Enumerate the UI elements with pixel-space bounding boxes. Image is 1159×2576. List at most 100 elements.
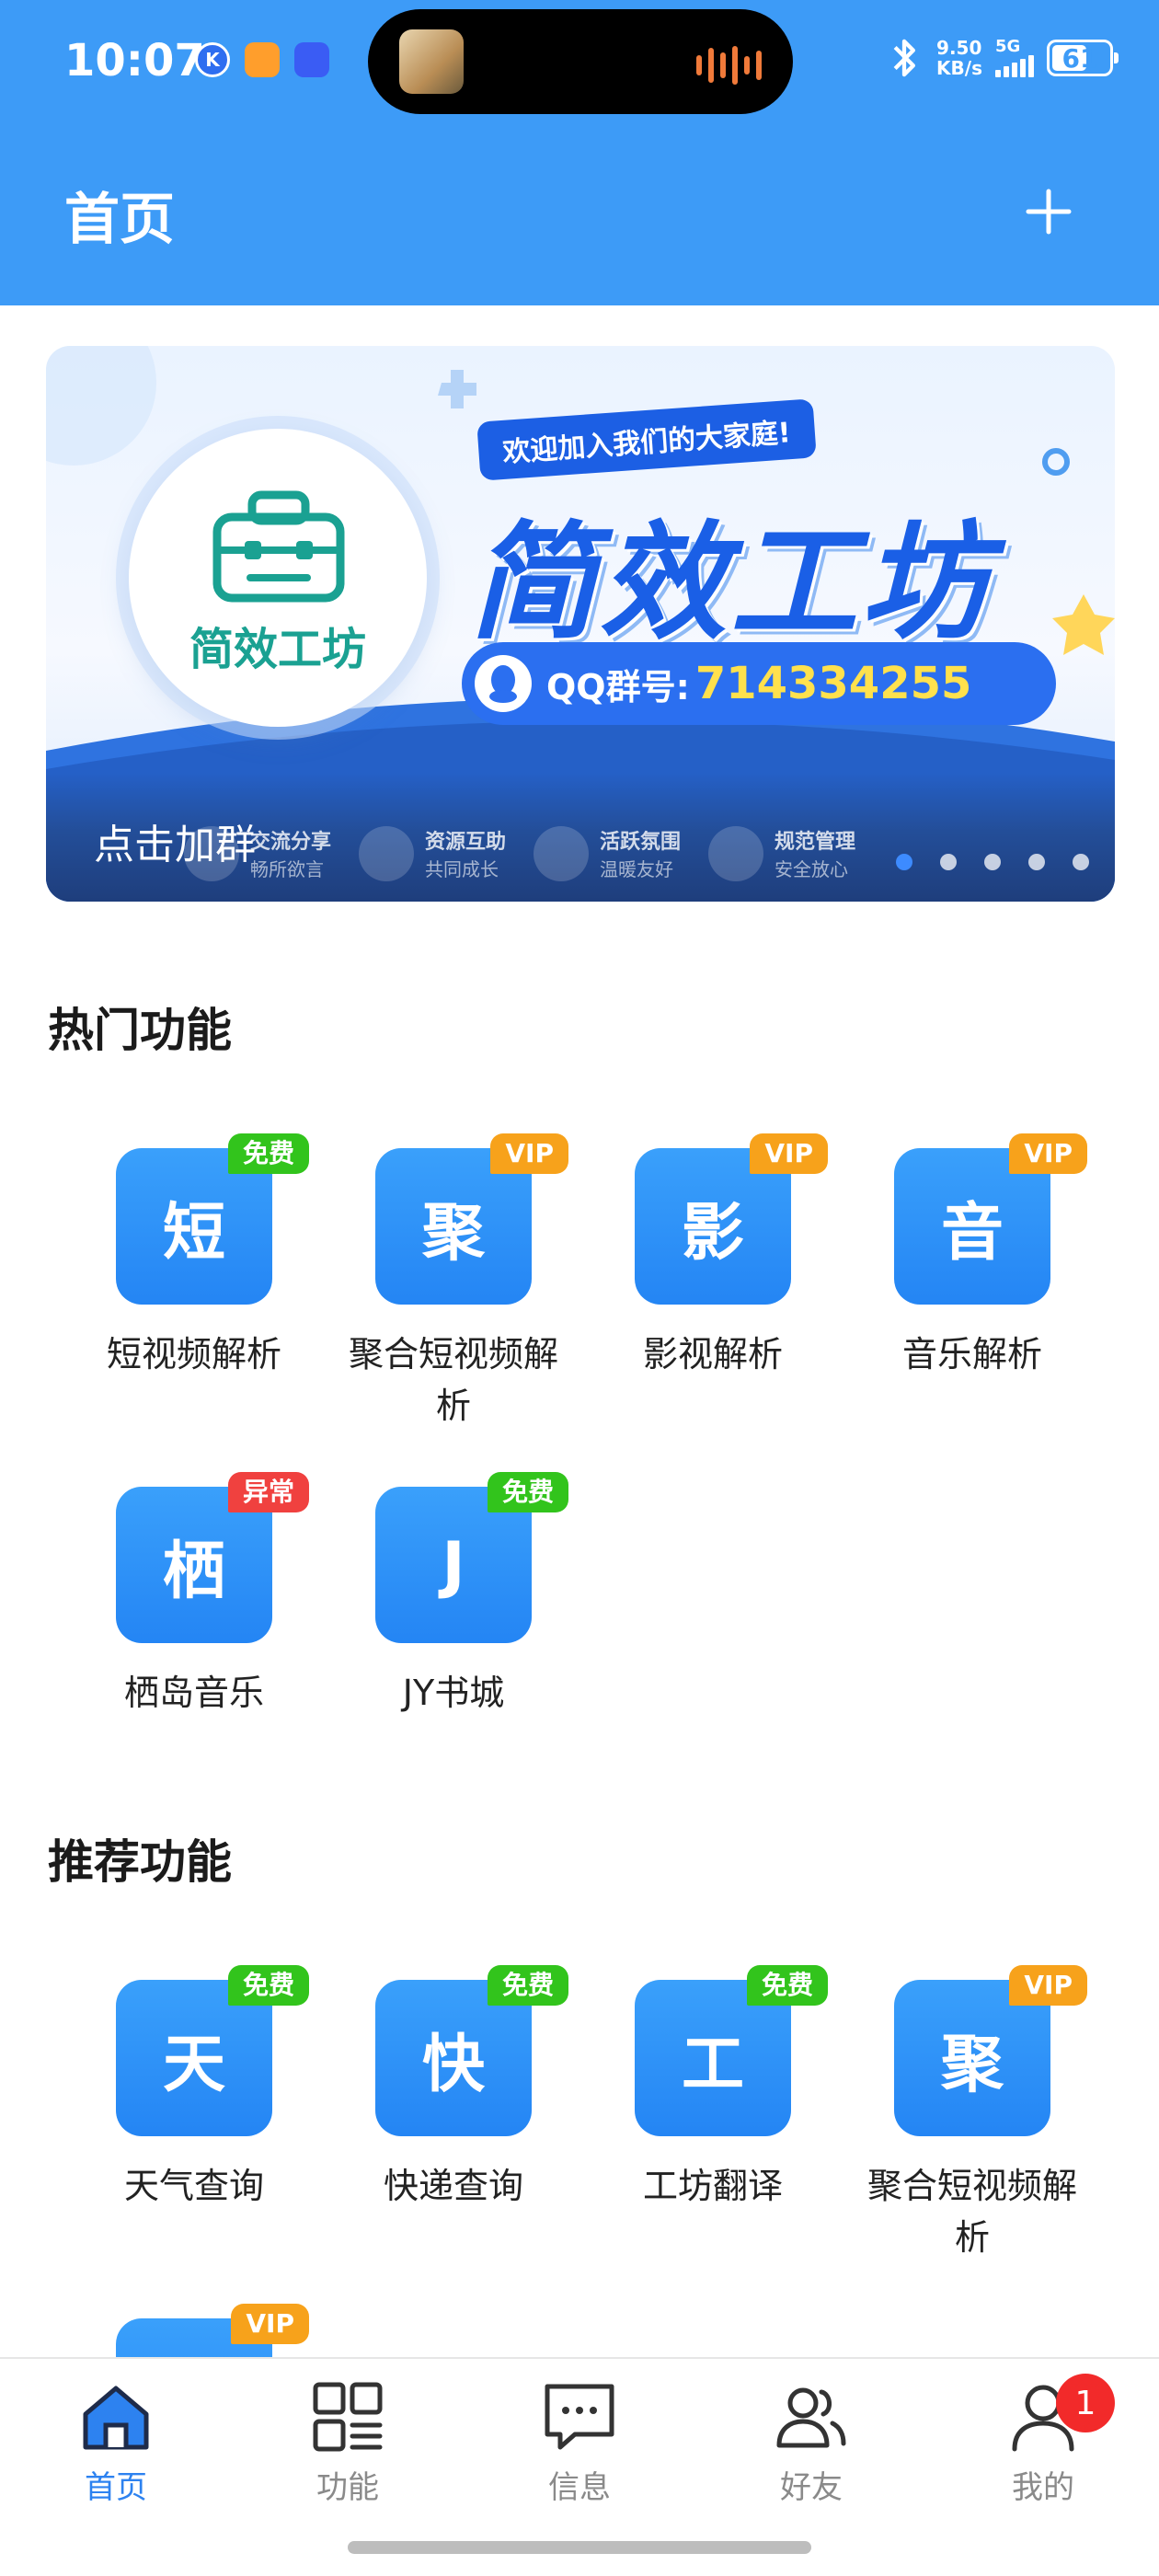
tab-messages[interactable]: 信息 [506,2377,653,2507]
function-item[interactable]: 天免费天气查询 [64,1965,324,2263]
brand-logo: 简效工坊 [129,429,427,727]
recommend-section-title: 推荐功能 [48,1835,232,1889]
tab-label: 好友 [780,2469,843,2506]
function-icon[interactable]: 天免费 [116,1965,309,2136]
function-glyph: 天 [162,2028,225,2101]
signal-indicator: 5G [995,39,1034,77]
hot-section-title: 热门功能 [48,1004,232,1057]
function-icon[interactable]: J 免费 [375,1472,568,1643]
function-label: JY书城 [402,1673,505,1713]
audio-wave-icon [696,46,762,85]
function-label: 快递查询 [383,2166,523,2206]
battery-level: 61 [1061,42,1098,74]
function-badge: VIP [1009,1965,1087,2006]
tab-home[interactable]: 首页 [42,2377,189,2507]
qq-group-label: QQ群号: [546,666,690,707]
plus-icon [1026,189,1072,235]
function-label: 工坊翻译 [642,2166,783,2206]
qq-group-pill: QQ群号: 714334255 [462,642,1056,725]
add-button[interactable] [1021,184,1076,239]
function-glyph: 影 [681,1196,744,1270]
shield-icon [708,825,764,881]
function-item[interactable]: 聚 VIP 聚合短视频解析 [324,1133,583,1432]
function-item[interactable]: 短免费短视频解析 [64,1133,324,1432]
function-badge: 免费 [746,1965,828,2006]
function-item[interactable]: 音 VIP 音乐解析 [843,1133,1102,1432]
banner-feature-item: 规范管理 安全放心 [708,825,855,881]
function-label: 聚合短视频解析 [866,2166,1077,2258]
function-glyph: 短 [162,1196,225,1270]
carousel-dots[interactable] [896,854,1089,870]
function-icon[interactable]: 聚 VIP [375,1133,568,1305]
tab-label: 首页 [85,2469,147,2506]
function-label: 栖岛音乐 [123,1673,264,1713]
function-label: 聚合短视频解析 [348,1334,558,1426]
function-label: 音乐解析 [901,1334,1042,1374]
banner-feature-list: 交流分享 畅所欲言 资源互助 共同成长 活跃氛围 温暖友好 规范管理 安全放心 [184,825,855,881]
message-icon [545,2384,614,2450]
carousel-dot[interactable] [896,854,912,870]
banner-caption[interactable]: 点击加群 [94,811,256,870]
function-icon[interactable]: 聚 VIP [894,1965,1087,2136]
page-title: 首页 [64,188,175,252]
banner-feature-item: 资源互助 共同成长 [359,825,506,881]
function-label: 天气查询 [123,2166,264,2206]
grid-icon [313,2382,383,2452]
status-right-group: 9.50 KB/s 5G 61 [885,37,1119,79]
tab-friends[interactable]: 好友 [738,2377,885,2507]
function-icon[interactable]: 音 VIP [894,1133,1087,1305]
function-badge: VIP [750,1133,828,1174]
people-icon [534,825,590,881]
function-item[interactable]: 栖异常栖岛音乐 [64,1472,324,1719]
logo-text: 简效工坊 [189,624,366,675]
tab-label: 我的 [1012,2469,1074,2506]
function-item[interactable]: 工免费工坊翻译 [583,1965,843,2263]
function-badge: 免费 [227,1133,309,1174]
now-playing-thumbnail [399,29,464,94]
function-item[interactable]: 快免费快递查询 [324,1965,583,2263]
function-label: 短视频解析 [106,1334,281,1374]
function-glyph: 聚 [940,2028,1004,2101]
function-badge: 免费 [487,1472,568,1512]
status-time: 10:07 [64,35,205,86]
function-badge: VIP [1009,1133,1087,1174]
k-app-icon: K [195,42,230,77]
carousel-dot[interactable] [1028,854,1045,870]
function-item[interactable]: 影 VIP 影视解析 [583,1133,843,1432]
network-speed: 9.50 KB/s [936,37,982,79]
box-icon [359,825,415,881]
banner-feature-item: 活跃氛围 温暖友好 [534,825,681,881]
carousel-dot[interactable] [984,854,1001,870]
tab-profile[interactable]: 1 我的 [970,2374,1117,2507]
function-label: 影视解析 [642,1334,783,1374]
status-app-icons: K [195,42,329,77]
brand-title: 简效工坊 [469,509,993,657]
dynamic-island[interactable] [368,9,793,114]
top-header-area: 10:07 K 9.50 KB/s 5G 61 首页 [0,0,1159,305]
carousel-dot[interactable] [940,854,957,870]
function-item[interactable]: J 免费 JY书城 [324,1472,583,1719]
function-icon[interactable]: 工免费 [635,1965,828,2136]
function-icon[interactable]: 栖异常 [116,1472,309,1643]
function-icon[interactable]: 影 VIP [635,1133,828,1305]
qq-icon [475,655,532,712]
notification-badge: 1 [1056,2374,1115,2432]
function-badge: VIP [490,1133,568,1174]
function-badge: 免费 [227,1965,309,2006]
battery-icon: 61 [1047,40,1119,76]
tab-functions[interactable]: 功能 [274,2377,421,2507]
function-glyph: 栖 [162,1535,225,1608]
home-indicator[interactable] [348,2541,811,2554]
hot-function-grid: 短免费 短视频解析聚 VIP 聚合短视频解析影 VIP 影视解析音 VIP 音乐解析栖异常 栖岛… [64,1133,1104,1719]
friends-icon [776,2387,846,2448]
orange-app-icon [245,42,280,77]
function-icon[interactable]: 快免费 [375,1965,568,2136]
bluetooth-icon [893,39,916,77]
group-banner[interactable]: 简效工坊 欢迎加入我们的大家庭! 简效工坊 QQ群号: 714334255 交流… [46,346,1115,902]
function-item[interactable]: 聚 VIP 聚合短视频解析 [843,1965,1102,2263]
function-icon[interactable]: 短免费 [116,1133,309,1305]
function-glyph: 聚 [421,1196,485,1270]
function-badge: 免费 [487,1965,568,2006]
carousel-dot[interactable] [1073,854,1089,870]
function-badge: VIP [231,2304,309,2344]
